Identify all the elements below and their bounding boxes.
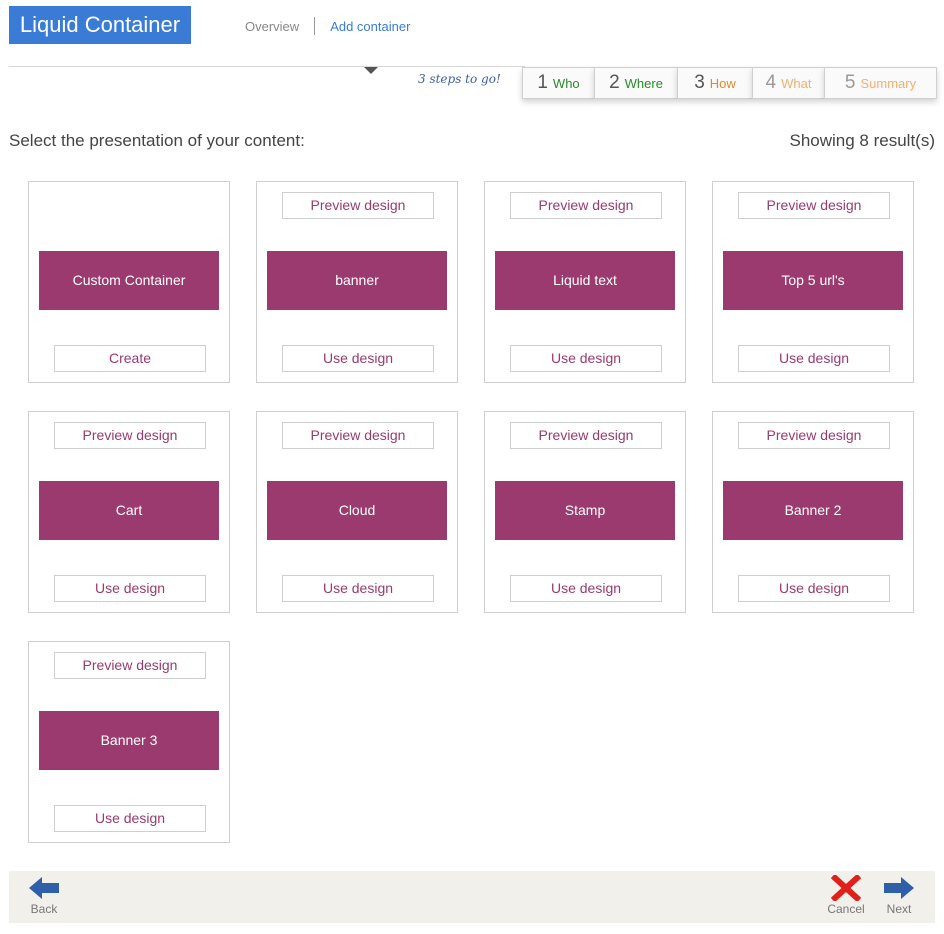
- create-button[interactable]: Create: [54, 345, 206, 372]
- arrow-left-icon: [29, 877, 59, 899]
- design-card-custom-container: Custom Container Create: [28, 181, 230, 383]
- step-where[interactable]: 2 Where: [594, 67, 677, 99]
- wizard-steps: 1 Who 2 Where 3 How 4 What 5 Summary: [522, 67, 937, 99]
- preview-design-button[interactable]: Preview design: [738, 192, 890, 219]
- steps-remaining: 3 steps to go!: [418, 72, 501, 86]
- back-label: Back: [30, 902, 58, 916]
- design-card-liquid-text: Preview design Liquid text Use design: [484, 181, 686, 383]
- preview-design-button[interactable]: Preview design: [282, 422, 434, 449]
- design-card-top-5-urls: Preview design Top 5 url's Use design: [712, 181, 914, 383]
- design-card-stamp: Preview design Stamp Use design: [484, 411, 686, 613]
- footer-bar: Back Cancel Next: [9, 871, 935, 923]
- arrow-right-icon: [884, 877, 914, 899]
- design-card-cloud: Preview design Cloud Use design: [256, 411, 458, 613]
- results-count: Showing 8 result(s): [789, 131, 935, 150]
- use-design-button[interactable]: Use design: [738, 345, 890, 372]
- breadcrumb-divider: [314, 17, 316, 35]
- preview-design-button[interactable]: Preview design: [54, 652, 206, 679]
- back-button[interactable]: Back: [23, 875, 65, 916]
- use-design-button[interactable]: Use design: [282, 575, 434, 602]
- use-design-button[interactable]: Use design: [510, 345, 662, 372]
- app-title: Liquid Container: [9, 6, 191, 44]
- design-card-cart: Preview design Cart Use design: [28, 411, 230, 613]
- design-tile: Liquid text: [495, 251, 675, 310]
- step-what[interactable]: 4 What: [752, 67, 824, 99]
- design-tile: banner: [267, 251, 447, 310]
- cancel-button[interactable]: Cancel: [825, 875, 867, 916]
- preview-design-button[interactable]: Preview design: [510, 422, 662, 449]
- preview-design-button[interactable]: Preview design: [738, 422, 890, 449]
- use-design-button[interactable]: Use design: [282, 345, 434, 372]
- breadcrumb-add-container[interactable]: Add container: [330, 19, 410, 34]
- use-design-button[interactable]: Use design: [738, 575, 890, 602]
- design-tile: Custom Container: [39, 251, 219, 310]
- step-summary[interactable]: 5 Summary: [824, 67, 937, 99]
- preview-design-button[interactable]: Preview design: [54, 422, 206, 449]
- design-tile: Top 5 url's: [723, 251, 903, 310]
- next-label: Next: [886, 902, 912, 916]
- cancel-label: Cancel: [827, 902, 865, 916]
- step-how[interactable]: 3 How: [677, 67, 752, 99]
- page-prompt: Select the presentation of your content:: [9, 131, 305, 150]
- use-design-button[interactable]: Use design: [510, 575, 662, 602]
- caret-down-icon: [364, 67, 378, 74]
- design-tile: Stamp: [495, 481, 675, 540]
- header-divider: [9, 66, 525, 67]
- design-card-banner-3: Preview design Banner 3 Use design: [28, 641, 230, 843]
- preview-design-button[interactable]: Preview design: [510, 192, 662, 219]
- design-card-banner: Preview design banner Use design: [256, 181, 458, 383]
- design-tile: Cart: [39, 481, 219, 540]
- breadcrumb-overview[interactable]: Overview: [245, 19, 299, 34]
- design-tile: Cloud: [267, 481, 447, 540]
- x-icon: [831, 875, 861, 901]
- design-card-banner-2: Preview design Banner 2 Use design: [712, 411, 914, 613]
- breadcrumb: Overview Add container: [245, 17, 410, 35]
- next-button[interactable]: Next: [880, 875, 918, 916]
- design-tile: Banner 3: [39, 711, 219, 770]
- step-who[interactable]: 1 Who: [522, 67, 594, 99]
- use-design-button[interactable]: Use design: [54, 575, 206, 602]
- design-tile: Banner 2: [723, 481, 903, 540]
- use-design-button[interactable]: Use design: [54, 805, 206, 832]
- preview-design-button[interactable]: Preview design: [282, 192, 434, 219]
